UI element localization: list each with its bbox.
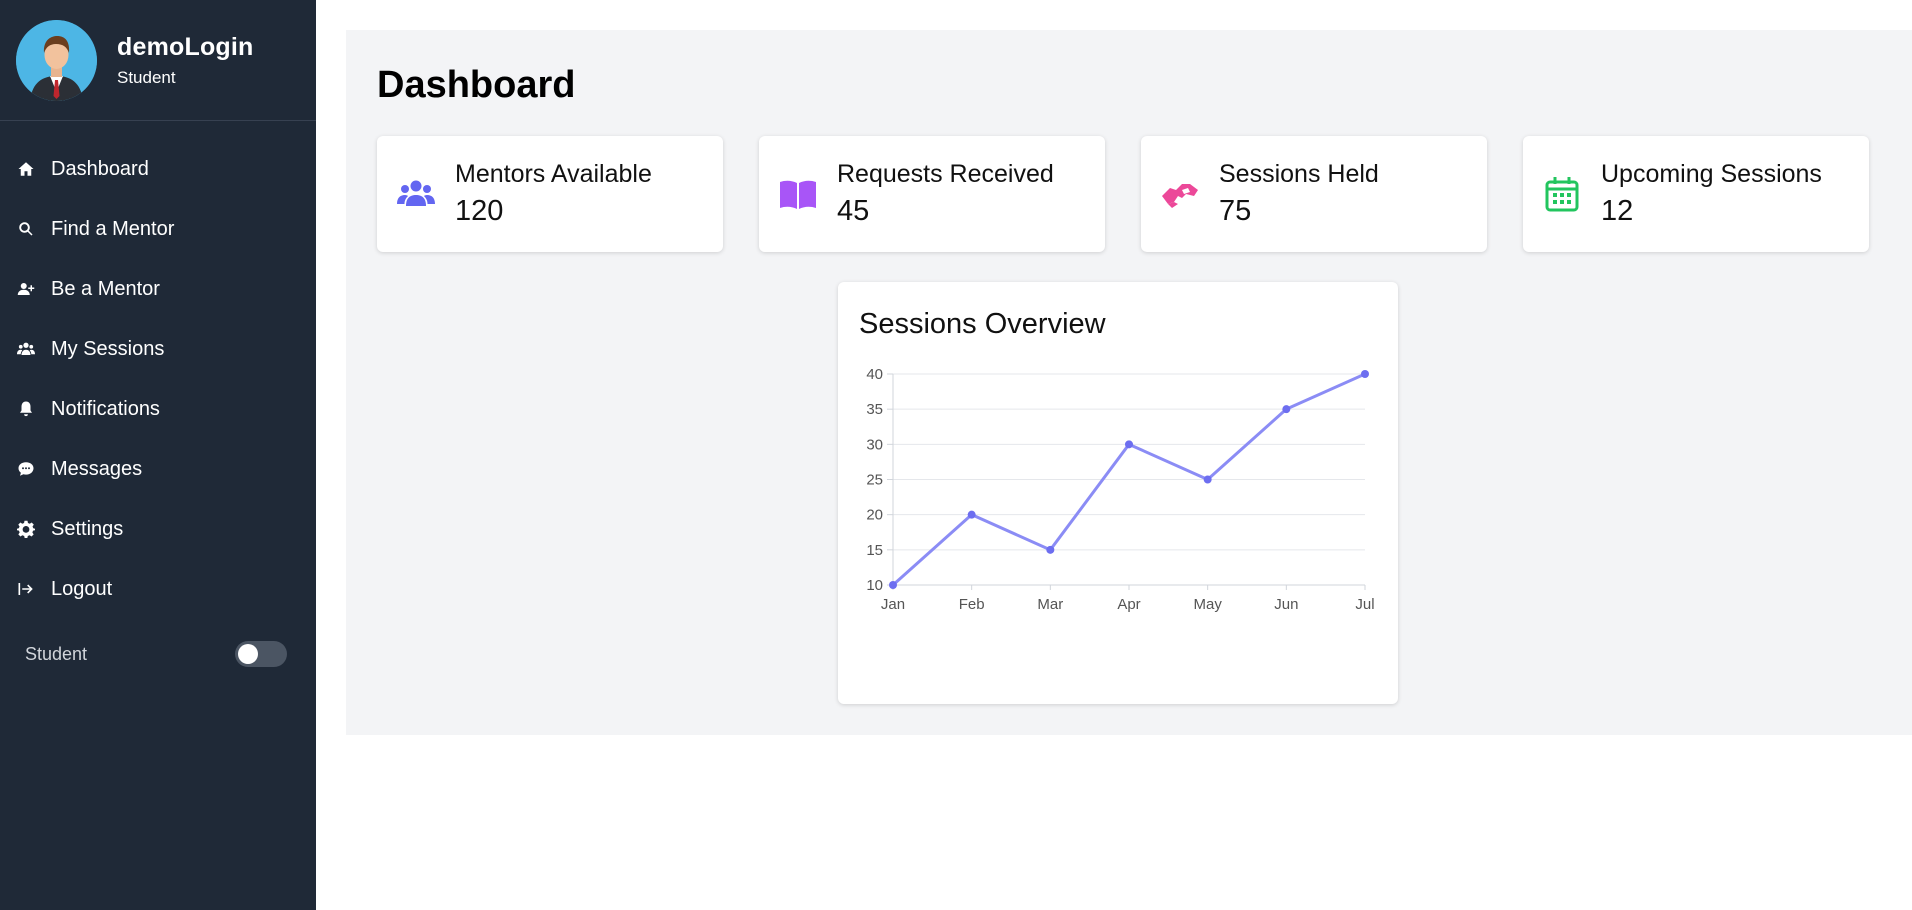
handshake-icon <box>1159 173 1201 215</box>
data-point <box>1203 475 1212 484</box>
role-toggle-switch[interactable] <box>235 641 287 667</box>
stat-card-upcoming-sessions: Upcoming Sessions 12 <box>1523 136 1869 252</box>
logout-icon <box>17 580 35 598</box>
sidebar-item-label: Logout <box>51 577 113 600</box>
home-icon <box>17 160 35 178</box>
x-tick-label: Mar <box>1037 596 1063 613</box>
sidebar-item-label: Dashboard <box>51 157 149 180</box>
sidebar-item-label: Find a Mentor <box>51 217 175 240</box>
stat-card-requests-received: Requests Received 45 <box>759 136 1105 252</box>
sidebar-item-dashboard[interactable]: Dashboard <box>0 139 316 199</box>
data-point <box>1282 405 1291 414</box>
stat-value: 45 <box>837 195 870 227</box>
sidebar-item-my-sessions[interactable]: My Sessions <box>0 319 316 379</box>
sidebar-item-label: Settings <box>51 517 124 540</box>
main-content: Dashboard Mentors Available 120 Requests… <box>346 30 1912 735</box>
sidebar-item-settings[interactable]: Settings <box>0 499 316 559</box>
user-role: Student <box>117 67 176 87</box>
sidebar-item-label: My Sessions <box>51 337 165 360</box>
sidebar-item-label: Notifications <box>51 397 160 420</box>
page-title: Dashboard <box>377 64 576 106</box>
y-tick-label: 30 <box>866 436 883 453</box>
bell-icon <box>17 400 35 418</box>
stat-label: Sessions Held <box>1219 160 1379 188</box>
users-icon <box>17 340 35 358</box>
stat-label: Requests Received <box>837 160 1054 188</box>
stat-value: 12 <box>1601 195 1634 227</box>
data-point <box>967 510 976 519</box>
y-tick-label: 40 <box>866 366 883 383</box>
role-toggle-row: Student <box>0 636 316 672</box>
avatar <box>16 19 97 101</box>
user-plus-icon <box>17 280 35 298</box>
sidebar-nav: Dashboard Find a Mentor Be a Mentor My S… <box>0 121 316 619</box>
stat-label: Upcoming Sessions <box>1601 160 1822 188</box>
sidebar-item-be-mentor[interactable]: Be a Mentor <box>0 259 316 319</box>
book-open-icon <box>777 173 819 215</box>
sidebar-item-label: Messages <box>51 457 143 480</box>
sidebar-item-find-mentor[interactable]: Find a Mentor <box>0 199 316 259</box>
calendar-icon <box>1541 173 1583 215</box>
sessions-overview-card: Sessions Overview 10 15 20 25 30 35 40 Jan Feb Ma… <box>838 282 1398 704</box>
data-point <box>1125 440 1133 449</box>
x-tick-label: Jan <box>881 596 905 613</box>
data-point <box>1046 545 1055 554</box>
x-tick-label: Apr <box>1117 596 1140 613</box>
role-toggle-label: Student <box>25 643 88 664</box>
gear-icon <box>17 520 35 538</box>
toggle-knob <box>238 644 258 664</box>
x-tick-label: Feb <box>959 596 985 613</box>
stat-value: 120 <box>455 195 504 227</box>
x-tick-label: Jun <box>1274 596 1298 613</box>
sidebar-item-notifications[interactable]: Notifications <box>0 379 316 439</box>
y-tick-label: 35 <box>866 401 883 418</box>
stat-label: Mentors Available <box>455 160 652 188</box>
sidebar-item-messages[interactable]: Messages <box>0 439 316 499</box>
y-tick-label: 20 <box>866 507 883 524</box>
y-tick-label: 15 <box>866 542 883 559</box>
stat-card-sessions-held: Sessions Held 75 <box>1141 136 1487 252</box>
data-point <box>889 581 897 589</box>
sessions-line-chart: 10 15 20 25 30 35 40 Jan Feb Mar Apr May Jun Jul <box>866 366 1374 613</box>
search-icon <box>17 220 35 238</box>
sidebar: demoLogin Student Dashboard Find a Mento… <box>0 0 316 910</box>
stat-value: 75 <box>1219 195 1252 227</box>
sidebar-item-logout[interactable]: Logout <box>0 559 316 619</box>
data-point <box>1361 370 1369 378</box>
x-tick-label: May <box>1193 596 1222 613</box>
users-icon <box>395 173 437 215</box>
x-tick-label: Jul <box>1355 596 1374 613</box>
user-profile: demoLogin Student <box>0 0 316 121</box>
sidebar-item-label: Be a Mentor <box>51 277 160 300</box>
user-name: demoLogin <box>117 32 254 61</box>
comment-icon <box>17 460 35 478</box>
y-tick-label: 25 <box>866 472 883 489</box>
stat-card-mentors-available: Mentors Available 120 <box>377 136 723 252</box>
y-tick-label: 10 <box>866 577 883 594</box>
